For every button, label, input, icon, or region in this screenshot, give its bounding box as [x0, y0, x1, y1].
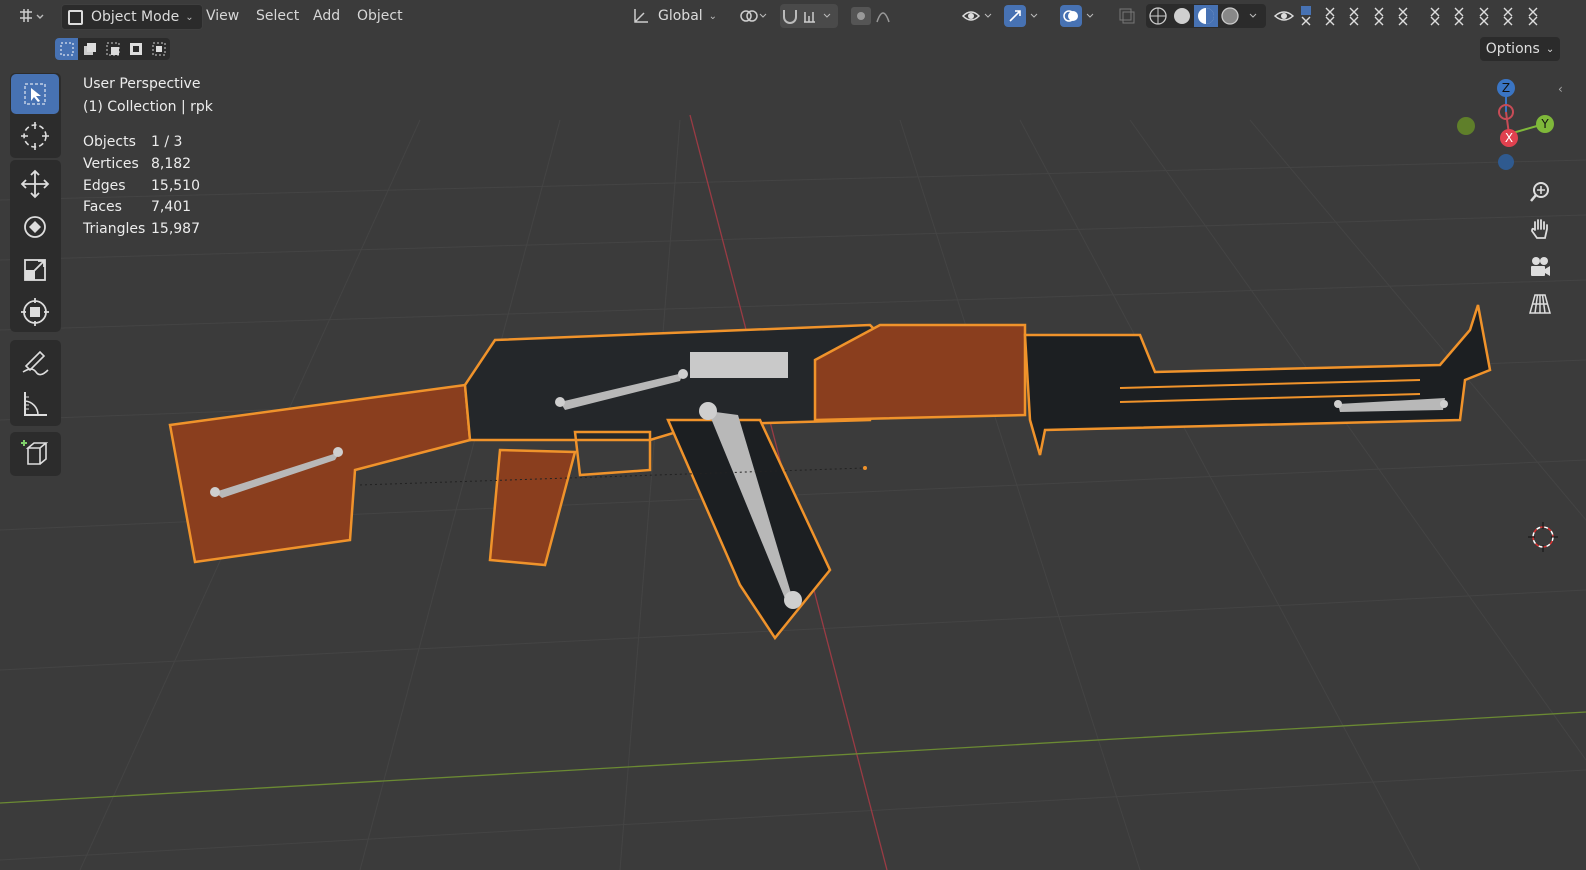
editor-type-icon	[20, 9, 44, 22]
transform-orientation-dropdown[interactable]: Global ⌄	[630, 4, 728, 28]
measure-icon	[24, 392, 47, 416]
barrel[interactable]	[1023, 304, 1492, 456]
pistol-grip[interactable]	[488, 448, 577, 567]
select-subtract-icon[interactable]	[101, 38, 124, 60]
select-invert-icon[interactable]	[124, 38, 147, 60]
options-dropdown[interactable]: Options ⌄	[1480, 37, 1560, 61]
mode-label: Object Mode	[91, 9, 180, 25]
zoom-button[interactable]	[1525, 177, 1555, 207]
options-label: Options	[1485, 41, 1540, 57]
select-extend-icon[interactable]	[78, 38, 101, 60]
stat-faces-label: Faces	[83, 199, 122, 215]
chevron-down-icon: ⌄	[1545, 43, 1555, 55]
dust-cover-plate	[690, 352, 788, 378]
hide-in-viewport-icon[interactable]	[1272, 4, 1298, 28]
stat-edges-label: Edges	[83, 178, 126, 194]
gizmo-toggle[interactable]	[1004, 4, 1050, 28]
collection-visibility-icons[interactable]	[1298, 4, 1558, 28]
overlays-icon	[1060, 5, 1082, 27]
editor-type-dropdown[interactable]	[16, 4, 48, 28]
cross-icons	[1301, 6, 1538, 26]
shading-modes[interactable]	[1146, 4, 1266, 28]
orientation-icon	[634, 9, 648, 23]
orientation-label: Global	[658, 8, 703, 24]
rotate-icon	[24, 216, 46, 238]
active-collection: (1) Collection | rpk	[83, 99, 213, 115]
add-cube-icon	[21, 440, 49, 465]
hand-icon	[1531, 219, 1548, 239]
object-mode-icon	[68, 9, 83, 25]
perspective-toggle-button[interactable]	[1525, 289, 1555, 319]
annotate-icon	[22, 350, 49, 376]
zoom-icon	[1530, 182, 1549, 202]
stat-triangles-value: 15,987	[151, 221, 200, 237]
menu-object[interactable]: Object	[357, 6, 403, 26]
gizmo-icon	[1004, 5, 1026, 27]
menu-add[interactable]: Add	[313, 6, 340, 26]
rotate-tool[interactable]	[11, 207, 59, 247]
camera-icon	[1531, 257, 1550, 276]
3d-cursor[interactable]	[1528, 522, 1558, 552]
overlays-toggle[interactable]	[1060, 4, 1106, 28]
menu-select[interactable]: Select	[256, 6, 299, 26]
chevron-down-icon: ⌄	[185, 11, 194, 23]
3d-viewport[interactable]: Object Mode ⌄ View Select Add Object Glo…	[0, 0, 1586, 870]
x-label: X	[1505, 131, 1513, 145]
shading-icons	[1149, 5, 1257, 27]
perspective-grid-icon	[1529, 294, 1551, 314]
scale-tool[interactable]	[11, 250, 59, 290]
y-axis-line	[0, 711, 1586, 804]
move-tool[interactable]	[11, 164, 59, 204]
stat-edges-value: 15,510	[151, 178, 200, 194]
stat-objects-value: 1 / 3	[151, 134, 183, 150]
rpk-model[interactable]	[168, 304, 1492, 641]
measure-tool[interactable]	[11, 384, 59, 424]
select-box-icon	[24, 83, 46, 105]
stat-vertices-value: 8,182	[151, 156, 192, 172]
scale-icon	[24, 259, 46, 281]
camera-view-button[interactable]	[1525, 252, 1555, 282]
xray-toggle[interactable]	[1117, 4, 1139, 28]
visibility-dropdown[interactable]	[960, 4, 996, 28]
chevron-down-icon	[1086, 13, 1094, 18]
neg-z-handle[interactable]	[1498, 154, 1514, 170]
navigation-gizmo[interactable]: Z Y X	[1450, 72, 1570, 182]
stat-triangles-label: Triangles	[83, 221, 146, 237]
y-label: Y	[1540, 117, 1549, 131]
transform-tool[interactable]	[11, 292, 59, 332]
select-new-icon[interactable]	[55, 38, 78, 60]
xray-icon	[1119, 8, 1135, 24]
selection-mode-buttons[interactable]	[55, 38, 170, 60]
cursor-tool[interactable]	[11, 116, 59, 156]
snap-toggle[interactable]	[780, 4, 838, 28]
neg-y-handle[interactable]	[1457, 117, 1475, 135]
pan-button[interactable]	[1525, 214, 1555, 244]
transform-icon	[21, 298, 49, 326]
object-origin	[863, 466, 867, 470]
stat-faces-value: 7,401	[151, 199, 192, 215]
proportional-editing[interactable]	[849, 4, 909, 28]
scene-canvas[interactable]	[0, 0, 1586, 870]
chevron-down-icon	[1030, 13, 1038, 18]
select-box-tool[interactable]	[11, 74, 59, 114]
pivot-point-dropdown[interactable]	[737, 4, 771, 28]
pivot-icon	[740, 10, 767, 22]
select-intersect-icon[interactable]	[147, 38, 170, 60]
stat-objects-label: Objects	[83, 134, 136, 150]
proportional-edit-icon	[851, 7, 890, 25]
stat-vertices-label: Vertices	[83, 156, 139, 172]
viewport-header: Object Mode ⌄ View Select Add Object Glo…	[0, 0, 1586, 33]
move-icon	[20, 169, 50, 199]
z-label: Z	[1502, 81, 1510, 95]
cursor-icon	[21, 122, 49, 150]
add-cube-tool[interactable]	[11, 433, 59, 473]
menu-view[interactable]: View	[206, 6, 239, 26]
mode-dropdown[interactable]: Object Mode ⌄	[61, 4, 203, 30]
view-name: User Perspective	[83, 76, 201, 92]
chevron-left-icon[interactable]: ‹	[1558, 82, 1563, 96]
annotate-tool[interactable]	[11, 341, 59, 381]
magnet-icon	[783, 10, 831, 24]
chevron-down-icon: ⌄	[708, 10, 718, 22]
selectability-icon	[961, 11, 992, 21]
